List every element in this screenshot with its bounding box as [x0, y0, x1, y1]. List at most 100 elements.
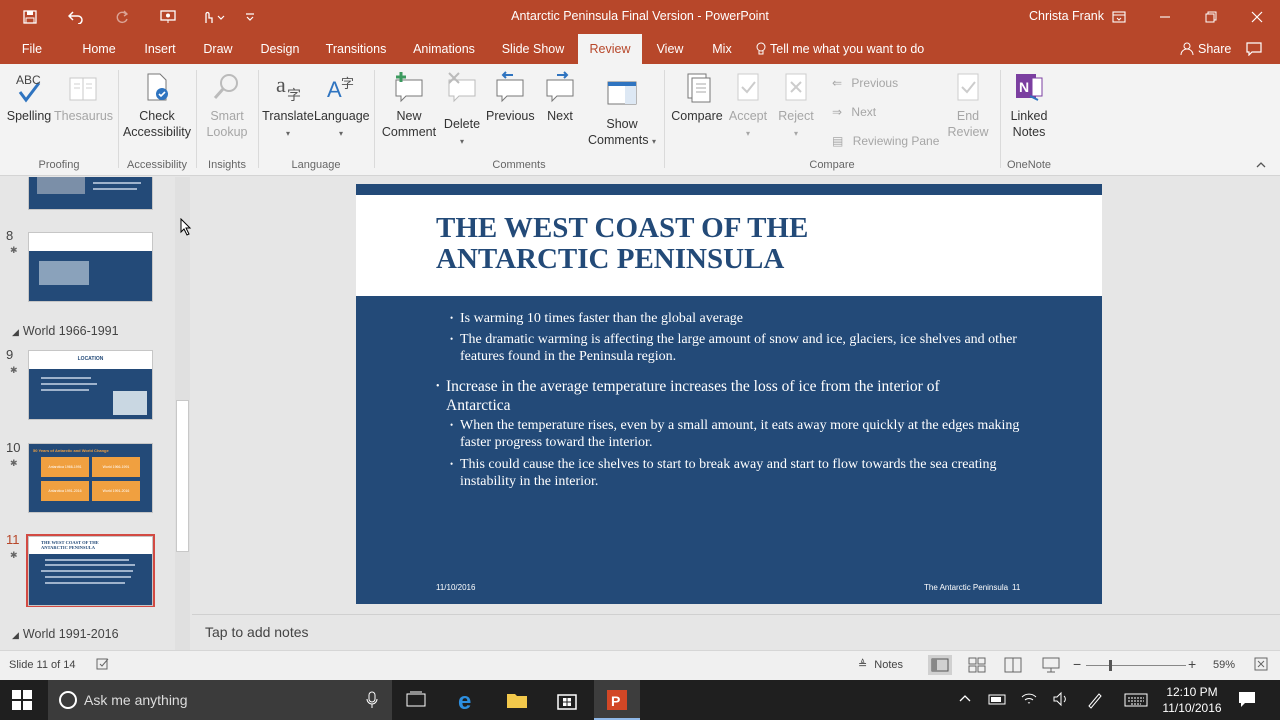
edge-browser-icon[interactable]: e: [456, 688, 480, 715]
file-explorer-icon[interactable]: [505, 688, 529, 712]
powerpoint-taskbar-button[interactable]: P: [594, 680, 640, 720]
slide-thumbnail-selected[interactable]: THE WEST COAST OF THE ANTARCTIC PENINSUL…: [28, 536, 153, 606]
battery-icon[interactable]: [988, 692, 1008, 709]
check-accessibility-icon: [140, 70, 174, 104]
slide-footer: The Antarctic Peninsula: [924, 583, 1009, 592]
slide-thumbnail[interactable]: LOCATION: [28, 350, 153, 420]
end-review-button[interactable]: End Review: [944, 70, 992, 140]
group-separator: [258, 70, 259, 168]
close-icon[interactable]: [1234, 0, 1280, 34]
thumbnail-scrollbar[interactable]: [175, 177, 190, 650]
svg-text:a: a: [276, 72, 286, 97]
dropdown-arrow-icon: ▾: [285, 129, 290, 138]
zoom-level[interactable]: 59%: [1213, 659, 1235, 671]
collapse-ribbon-icon[interactable]: [1255, 159, 1267, 173]
spelling-button[interactable]: ABC Spelling: [6, 70, 52, 124]
slide-thumbnail[interactable]: [28, 232, 153, 302]
smart-lookup-button[interactable]: Smart Lookup: [202, 70, 252, 140]
cortana-search-box[interactable]: Ask me anything: [48, 680, 392, 720]
wifi-icon[interactable]: [1020, 691, 1038, 710]
notes-pane[interactable]: Tap to add notes: [192, 614, 1280, 650]
minimize-icon[interactable]: [1142, 0, 1188, 34]
slide-thumbnail[interactable]: [28, 177, 153, 210]
tab-file[interactable]: File: [14, 34, 50, 64]
check-accessibility-button[interactable]: Check Accessibility: [122, 70, 192, 140]
task-view-icon[interactable]: [404, 688, 428, 712]
pen-ink-icon[interactable]: [1086, 691, 1104, 712]
previous-comment-button[interactable]: Previous: [486, 70, 535, 124]
microphone-icon[interactable]: [366, 691, 378, 712]
slide-counter[interactable]: Slide 11 of 14: [9, 659, 75, 671]
svg-text:P: P: [611, 693, 620, 709]
group-label-comments: Comments: [492, 159, 546, 171]
new-comment-button[interactable]: New Comment: [380, 70, 438, 140]
linked-notes-button[interactable]: N Linked Notes: [1004, 70, 1054, 140]
slide-title-box[interactable]: THE WEST COAST OF THE ANTARCTIC PENINSUL…: [356, 195, 1102, 296]
tab-insert[interactable]: Insert: [138, 34, 182, 64]
language-button[interactable]: A字 Language ▾: [314, 70, 370, 142]
text-line: [45, 559, 129, 561]
tab-review[interactable]: Review: [578, 34, 642, 64]
group-label-onenote: OneNote: [1006, 159, 1052, 171]
store-icon[interactable]: [555, 688, 579, 712]
group-label-insights: Insights: [208, 159, 246, 171]
notes-placeholder: Tap to add notes: [205, 624, 309, 640]
tab-view[interactable]: View: [650, 34, 690, 64]
compare-button[interactable]: Compare: [668, 70, 726, 124]
slide-sorter-icon[interactable]: [966, 655, 988, 678]
tab-slide-show[interactable]: Slide Show: [496, 34, 570, 64]
comments-pane-icon[interactable]: [1246, 42, 1262, 59]
bullet-level-2: • When the temperature rises, even by a s…: [450, 418, 1020, 450]
show-hidden-icons-icon[interactable]: [958, 692, 972, 709]
zoom-slider[interactable]: [1086, 660, 1186, 671]
section-header[interactable]: ◢ World 1966-1991: [12, 324, 119, 338]
tab-transitions[interactable]: Transitions: [320, 34, 392, 64]
status-bar: Slide 11 of 14 ≜ Notes − + 59%: [0, 650, 1280, 680]
action-center-icon[interactable]: [1238, 690, 1256, 711]
compare-previous-button[interactable]: ⇐ Previous: [832, 76, 898, 90]
ribbon-display-options-icon[interactable]: [1096, 0, 1142, 34]
reject-button[interactable]: Reject ▾: [774, 70, 818, 142]
slide-canvas[interactable]: THE WEST COAST OF THE ANTARCTIC PENINSUL…: [356, 184, 1102, 604]
restore-icon[interactable]: [1188, 0, 1234, 34]
slideshow-view-icon[interactable]: [1040, 655, 1062, 678]
section-header[interactable]: ◢ World 1991-2016: [12, 627, 119, 641]
next-comment-button[interactable]: Next: [540, 70, 580, 124]
spelling-status-icon[interactable]: [96, 657, 110, 674]
user-name[interactable]: Christa Frank: [1029, 9, 1104, 23]
animation-star-icon: ✱: [10, 245, 18, 255]
fit-to-window-icon[interactable]: [1254, 657, 1268, 674]
slide-thumbnail[interactable]: 50 Years of Antarctic and World Change A…: [28, 443, 153, 513]
scrollbar-thumb[interactable]: [176, 400, 189, 552]
reviewing-pane-button[interactable]: ▤ Reviewing Pane: [832, 134, 939, 148]
share-label: Share: [1198, 42, 1232, 56]
tab-draw[interactable]: Draw: [196, 34, 240, 64]
show-comments-button[interactable]: Show Comments ▾: [584, 70, 660, 150]
tell-me-box[interactable]: Tell me what you want to do: [756, 34, 924, 64]
normal-view-icon[interactable]: [928, 655, 952, 675]
volume-icon[interactable]: [1052, 691, 1070, 710]
thesaurus-button[interactable]: Thesaurus: [54, 70, 113, 124]
slide-title[interactable]: THE WEST COAST OF THE ANTARCTIC PENINSUL…: [436, 213, 1036, 275]
share-button[interactable]: Share: [1180, 34, 1231, 64]
animation-star-icon: ✱: [10, 365, 18, 375]
keyboard-icon[interactable]: [1124, 692, 1148, 711]
animation-star-icon: ✱: [10, 458, 18, 468]
accept-button[interactable]: Accept ▾: [726, 70, 770, 142]
tab-animations[interactable]: Animations: [406, 34, 482, 64]
slide-number-footer: 11: [1012, 583, 1021, 592]
translate-button[interactable]: a字 Translate ▾: [262, 70, 314, 142]
delete-comment-button[interactable]: Delete ▾: [440, 70, 484, 150]
compare-next-button[interactable]: ⇒ Next: [832, 105, 876, 119]
tab-design[interactable]: Design: [254, 34, 306, 64]
text-line: [41, 389, 89, 391]
tab-mix[interactable]: Mix: [704, 34, 740, 64]
zoom-in-icon[interactable]: +: [1188, 656, 1196, 672]
zoom-out-icon[interactable]: −: [1073, 656, 1081, 672]
taskbar-clock[interactable]: 12:10 PM 11/10/2016: [1156, 684, 1228, 716]
zoom-slider-handle[interactable]: [1109, 660, 1113, 671]
windows-start-icon[interactable]: [12, 690, 32, 713]
reading-view-icon[interactable]: [1002, 655, 1024, 678]
tab-home[interactable]: Home: [76, 34, 122, 64]
notes-toggle-button[interactable]: ≜ Notes: [858, 658, 903, 671]
